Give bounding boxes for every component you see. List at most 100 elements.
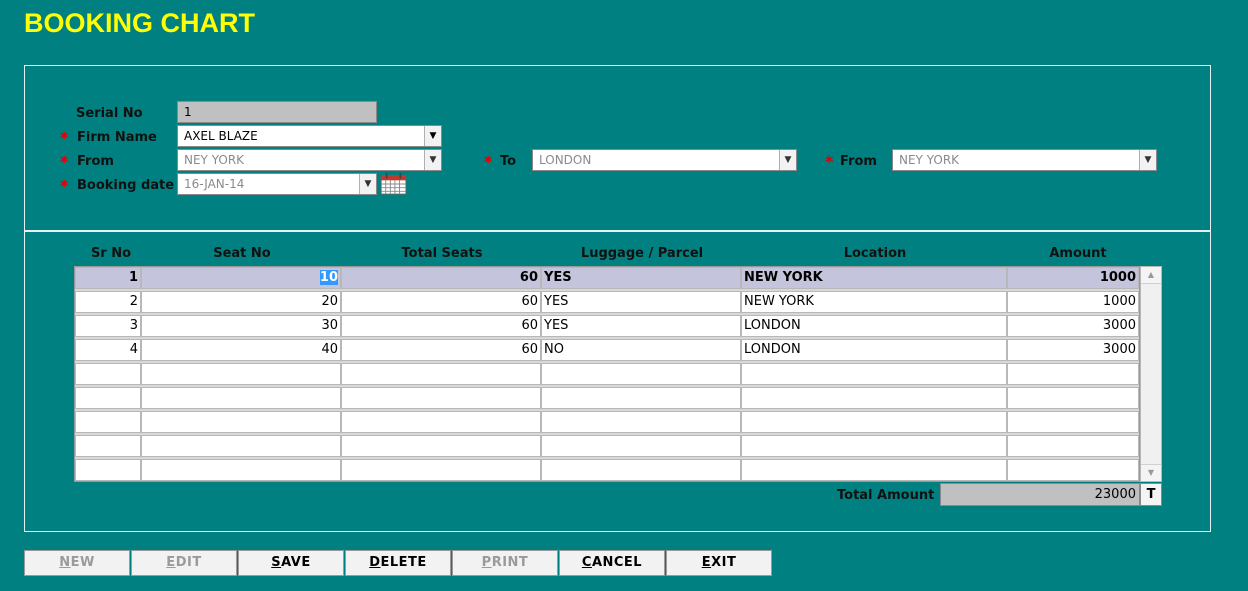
chevron-down-icon[interactable]: ▼ [424, 150, 441, 170]
cell-location[interactable]: LONDON [741, 339, 1007, 361]
cell-location[interactable]: LONDON [741, 315, 1007, 337]
cell-amount[interactable] [1007, 387, 1139, 409]
cell-luggage[interactable] [541, 435, 741, 457]
required-marker: * [60, 176, 69, 195]
cell-luggage[interactable] [541, 363, 741, 385]
cell-total-seats[interactable] [341, 459, 541, 481]
column-header-luggage: Luggage / Parcel [580, 246, 704, 261]
cell-location[interactable]: NEW YORK [741, 267, 1007, 289]
button-label: ANCEL [591, 555, 643, 570]
cell-total-seats[interactable] [341, 411, 541, 433]
from-label-2: From [840, 154, 877, 169]
cell-luggage[interactable]: YES [541, 315, 741, 337]
to-select[interactable]: LONDON ▼ [532, 149, 797, 171]
firm-name-select[interactable]: AXEL BLAZE ▼ [177, 125, 442, 147]
from-label: From [77, 154, 114, 169]
new-button[interactable]: NEW [24, 550, 130, 576]
from-select-2[interactable]: NEY YORK ▼ [892, 149, 1157, 171]
required-marker: * [484, 152, 493, 171]
cell-amount[interactable]: 1000 [1007, 291, 1139, 313]
cell-luggage[interactable] [541, 387, 741, 409]
cell-total-seats[interactable] [341, 387, 541, 409]
delete-button[interactable]: DELETE [345, 550, 451, 576]
total-button[interactable]: T [1140, 483, 1162, 506]
serial-no-field[interactable]: 1 [177, 101, 377, 123]
cell-seat-no[interactable] [141, 459, 341, 481]
button-label: RINT [491, 555, 529, 570]
cell-total-seats[interactable]: 60 [341, 315, 541, 337]
cell-sr-no[interactable] [75, 411, 141, 433]
cell-seat-no[interactable]: 20 [141, 291, 341, 313]
cell-location[interactable] [741, 387, 1007, 409]
cell-luggage[interactable]: YES [541, 291, 741, 313]
cell-sr-no[interactable] [75, 387, 141, 409]
grid-scrollbar[interactable]: ▲ ▼ [1140, 266, 1162, 482]
cell-seat-no[interactable] [141, 363, 341, 385]
chevron-down-icon[interactable]: ▼ [1139, 150, 1156, 170]
button-mnemonic: N [59, 555, 71, 570]
edit-button[interactable]: EDIT [131, 550, 237, 576]
column-header-sr-no: Sr No [90, 246, 132, 261]
chevron-down-icon[interactable]: ▼ [779, 150, 796, 170]
cell-seat-no[interactable]: 10 [141, 267, 341, 289]
cell-amount[interactable] [1007, 411, 1139, 433]
cancel-button[interactable]: CANCEL [559, 550, 665, 576]
column-header-seat-no: Seat No [213, 246, 271, 261]
booking-date-field[interactable]: 16-JAN-14 ▼ [177, 173, 377, 195]
cell-amount[interactable]: 3000 [1007, 339, 1139, 361]
save-button[interactable]: SAVE [238, 550, 344, 576]
cell-location[interactable] [741, 411, 1007, 433]
cell-sr-no[interactable]: 4 [75, 339, 141, 361]
chevron-down-icon[interactable]: ▼ [359, 174, 376, 194]
cell-seat-no[interactable]: 40 [141, 339, 341, 361]
exit-button[interactable]: EXIT [666, 550, 772, 576]
cell-amount[interactable] [1007, 363, 1139, 385]
total-amount-label: Total Amount [837, 488, 935, 503]
button-label: AVE [281, 555, 311, 570]
serial-no-label: Serial No [76, 106, 143, 121]
cell-seat-no[interactable] [141, 411, 341, 433]
calendar-icon[interactable] [379, 173, 409, 195]
column-header-total-seats: Total Seats [401, 246, 483, 261]
cell-sr-no[interactable]: 1 [75, 267, 141, 289]
cell-luggage[interactable]: YES [541, 267, 741, 289]
cell-total-seats[interactable]: 60 [341, 339, 541, 361]
cell-amount[interactable]: 1000 [1007, 267, 1139, 289]
cell-location[interactable] [741, 363, 1007, 385]
cell-luggage[interactable] [541, 459, 741, 481]
cell-seat-no[interactable] [141, 387, 341, 409]
cell-location[interactable] [741, 435, 1007, 457]
firm-name-label: Firm Name [77, 130, 157, 145]
cell-seat-no[interactable]: 30 [141, 315, 341, 337]
button-label: EW [70, 555, 95, 570]
total-amount-field[interactable]: 23000 [940, 483, 1140, 506]
cell-location[interactable]: NEW YORK [741, 291, 1007, 313]
button-mnemonic: E [166, 555, 176, 570]
cell-amount[interactable]: 3000 [1007, 315, 1139, 337]
cell-total-seats[interactable]: 60 [341, 267, 541, 289]
cell-sr-no[interactable] [75, 435, 141, 457]
scroll-down-icon[interactable]: ▼ [1141, 464, 1161, 481]
print-button[interactable]: PRINT [452, 550, 558, 576]
cell-total-seats[interactable]: 60 [341, 291, 541, 313]
cell-sr-no[interactable]: 3 [75, 315, 141, 337]
cell-luggage[interactable] [541, 411, 741, 433]
scroll-up-icon[interactable]: ▲ [1141, 267, 1161, 284]
to-label: To [500, 154, 517, 169]
cell-total-seats[interactable] [341, 435, 541, 457]
cell-total-seats[interactable] [341, 363, 541, 385]
button-mnemonic: D [369, 555, 381, 570]
cell-sr-no[interactable] [75, 363, 141, 385]
cell-amount[interactable] [1007, 459, 1139, 481]
required-marker: * [60, 128, 69, 147]
required-marker: * [60, 152, 69, 171]
button-mnemonic: P [481, 555, 492, 570]
cell-amount[interactable] [1007, 435, 1139, 457]
cell-seat-no[interactable] [141, 435, 341, 457]
cell-location[interactable] [741, 459, 1007, 481]
from-select[interactable]: NEY YORK ▼ [177, 149, 442, 171]
cell-luggage[interactable]: NO [541, 339, 741, 361]
cell-sr-no[interactable]: 2 [75, 291, 141, 313]
chevron-down-icon[interactable]: ▼ [424, 126, 441, 146]
cell-sr-no[interactable] [75, 459, 141, 481]
